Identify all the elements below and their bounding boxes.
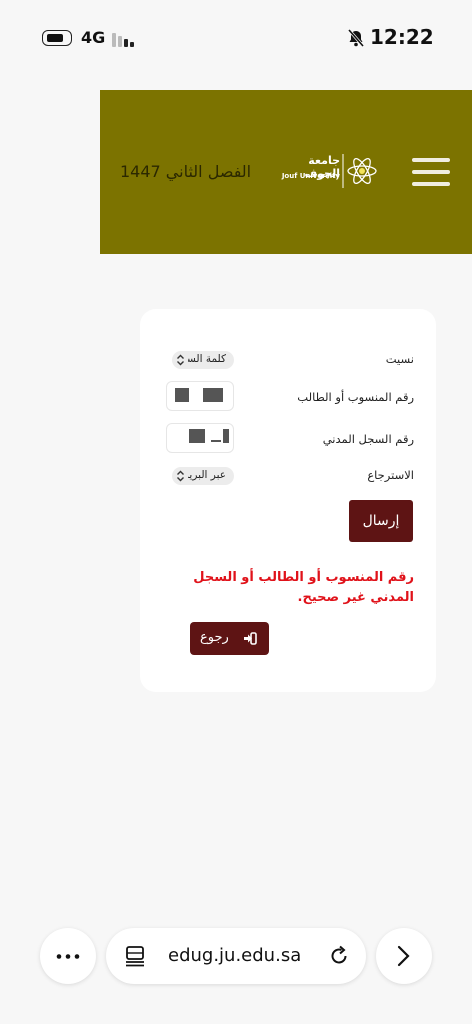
address-bar[interactable]: edug.ju.edu.sa [106, 928, 366, 984]
submit-button[interactable]: إرسال [349, 500, 413, 542]
error-message: رقم المنسوب أو الطالب أو السجل المدني غي… [193, 570, 414, 605]
signal-icon [112, 31, 136, 47]
chevron-right-icon [397, 945, 410, 967]
civil-label: رقم السجل المدني [322, 432, 414, 446]
back-button[interactable]: رجوع [190, 622, 269, 655]
forgot-row: نسيت كلمة السر [140, 346, 436, 376]
recovery-row: الاسترجاع عبر البريد [140, 462, 436, 492]
page-menu-icon [126, 946, 144, 967]
recovery-label: الاسترجاع [367, 468, 414, 482]
network-type: 4G [81, 28, 106, 47]
status-bar: 4G 12:22 [0, 0, 472, 78]
forgot-label: نسيت [385, 352, 414, 366]
up-down-chevron-icon [177, 354, 184, 366]
redacted-value [223, 429, 229, 443]
muted-bell-icon [347, 29, 365, 47]
ellipsis-icon [56, 954, 80, 959]
site-header: الفصل الثاني 1447 جامعة الجوف Jouf Unive… [100, 90, 472, 254]
redacted-value [189, 429, 205, 443]
reload-icon[interactable] [328, 945, 350, 967]
redacted-value [211, 440, 221, 442]
civil-row: رقم السجل المدني [140, 423, 436, 453]
redacted-value [175, 388, 189, 402]
logo-english-text: Jouf University [281, 172, 340, 180]
id-number-input[interactable] [166, 381, 234, 411]
clock: 12:22 [370, 25, 434, 49]
battery-icon [42, 30, 72, 46]
recovery-method-value: عبر البريد [188, 469, 226, 481]
id-row: رقم المنسوب أو الطالب [140, 381, 436, 411]
recovery-method-select[interactable]: عبر البريد [172, 467, 234, 485]
university-logo[interactable]: جامعة الجوف Jouf University [280, 152, 380, 190]
id-label: رقم المنسوب أو الطالب [297, 390, 414, 404]
forgot-type-select[interactable]: كلمة السر [172, 351, 234, 369]
back-button-label: رجوع [200, 630, 229, 645]
forgot-type-value: كلمة السر [188, 353, 226, 365]
up-down-chevron-icon [177, 470, 184, 482]
sign-out-icon [244, 632, 257, 645]
forward-button[interactable] [376, 928, 432, 984]
more-options-button[interactable] [40, 928, 96, 984]
term-label: الفصل الثاني 1447 [120, 162, 252, 181]
redacted-value [203, 388, 223, 402]
password-recovery-card: نسيت كلمة السر رقم المنسوب أو الطالب رقم… [140, 309, 436, 692]
civil-record-input[interactable] [166, 423, 234, 453]
atom-emblem-icon [342, 154, 377, 188]
hamburger-menu-button[interactable] [412, 156, 452, 188]
url-text: edug.ju.edu.sa [168, 945, 302, 966]
